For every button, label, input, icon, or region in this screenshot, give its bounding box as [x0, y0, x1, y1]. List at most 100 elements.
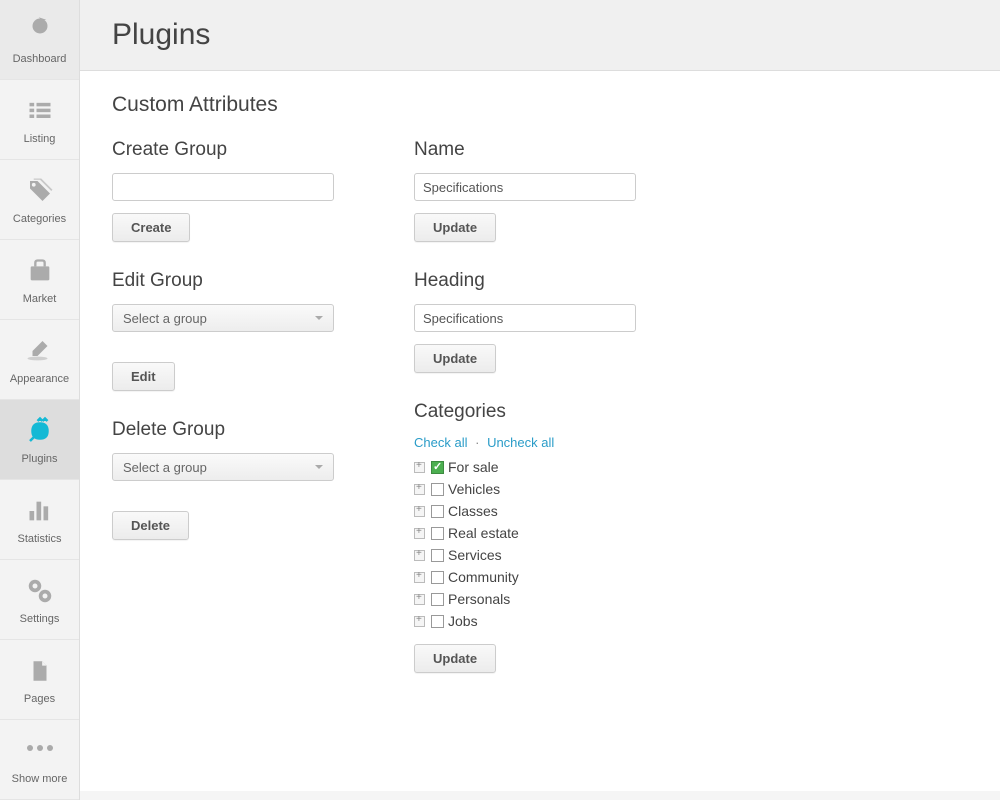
- more-icon: [24, 735, 56, 767]
- sidebar-item-label: Settings: [20, 613, 60, 625]
- category-checkbox[interactable]: [431, 461, 444, 474]
- category-checkbox[interactable]: [431, 527, 444, 540]
- expand-icon[interactable]: [414, 550, 425, 561]
- category-checkbox[interactable]: [431, 593, 444, 606]
- category-item: For sale: [414, 456, 636, 478]
- delete-group-heading: Delete Group: [112, 419, 334, 441]
- category-label: Personals: [448, 591, 510, 607]
- page-title: Plugins: [112, 18, 968, 52]
- category-item: Real estate: [414, 522, 636, 544]
- categories-list: For sale Vehicles Classes Real estate Servic…: [414, 456, 636, 632]
- sidebar-item-label: Pages: [24, 693, 55, 705]
- listing-icon: [24, 95, 56, 127]
- create-group-input[interactable]: [112, 173, 334, 201]
- name-heading: Name: [414, 139, 636, 161]
- market-icon: [24, 255, 56, 287]
- edit-group-select-value: Select a group: [123, 311, 207, 326]
- sidebar-item-label: Market: [23, 293, 57, 305]
- heading-input[interactable]: [414, 304, 636, 332]
- edit-button[interactable]: Edit: [112, 362, 175, 391]
- sidebar-item-listing[interactable]: Listing: [0, 80, 79, 160]
- edit-group-section: Edit Group Select a group Edit: [112, 270, 334, 391]
- expand-icon[interactable]: [414, 616, 425, 627]
- name-update-button[interactable]: Update: [414, 213, 496, 242]
- category-label: Real estate: [448, 525, 519, 541]
- create-group-section: Create Group Create: [112, 139, 334, 242]
- category-checkbox[interactable]: [431, 483, 444, 496]
- category-label: Community: [448, 569, 519, 585]
- uncheck-all-link[interactable]: Uncheck all: [487, 435, 554, 450]
- sidebar-item-show-more[interactable]: Show more: [0, 720, 79, 800]
- categories-bulk-links: Check all · Uncheck all: [414, 435, 636, 450]
- pages-icon: [24, 655, 56, 687]
- category-checkbox[interactable]: [431, 505, 444, 518]
- statistics-icon: [24, 495, 56, 527]
- category-checkbox[interactable]: [431, 549, 444, 562]
- sidebar-item-label: Plugins: [21, 453, 57, 465]
- category-item: Personals: [414, 588, 636, 610]
- expand-icon[interactable]: [414, 462, 425, 473]
- category-item: Vehicles: [414, 478, 636, 500]
- create-group-heading: Create Group: [112, 139, 334, 161]
- category-label: Vehicles: [448, 481, 500, 497]
- chevron-down-icon: [315, 465, 323, 469]
- expand-icon[interactable]: [414, 528, 425, 539]
- category-label: For sale: [448, 459, 499, 475]
- category-label: Services: [448, 547, 502, 563]
- page-header: Plugins: [80, 0, 1000, 71]
- main-content: Custom Attributes Create Group Create Ed…: [80, 71, 1000, 791]
- check-all-link[interactable]: Check all: [414, 435, 467, 450]
- dashboard-icon: [24, 15, 56, 47]
- edit-group-select[interactable]: Select a group: [112, 304, 334, 332]
- sidebar-item-dashboard[interactable]: Dashboard: [0, 0, 79, 80]
- categories-icon: [24, 175, 56, 207]
- edit-group-heading: Edit Group: [112, 270, 334, 292]
- left-column: Create Group Create Edit Group Select a …: [112, 139, 334, 701]
- section-title: Custom Attributes: [112, 93, 968, 117]
- sidebar-item-market[interactable]: Market: [0, 240, 79, 320]
- category-item: Jobs: [414, 610, 636, 632]
- sidebar-item-label: Statistics: [17, 533, 61, 545]
- appearance-icon: [24, 335, 56, 367]
- heading-heading: Heading: [414, 270, 636, 292]
- sidebar-item-plugins[interactable]: Plugins: [0, 400, 79, 480]
- categories-update-button[interactable]: Update: [414, 644, 496, 673]
- sidebar-item-categories[interactable]: Categories: [0, 160, 79, 240]
- sidebar-item-label: Listing: [24, 133, 56, 145]
- create-button[interactable]: Create: [112, 213, 190, 242]
- category-item: Community: [414, 566, 636, 588]
- right-column: Name Update Heading Update Categories Ch…: [414, 139, 636, 701]
- heading-section: Heading Update: [414, 270, 636, 373]
- categories-heading: Categories: [414, 401, 636, 423]
- sidebar-item-label: Show more: [12, 773, 68, 785]
- expand-icon[interactable]: [414, 484, 425, 495]
- expand-icon[interactable]: [414, 572, 425, 583]
- category-checkbox[interactable]: [431, 615, 444, 628]
- sidebar-item-label: Appearance: [10, 373, 69, 385]
- category-checkbox[interactable]: [431, 571, 444, 584]
- delete-button[interactable]: Delete: [112, 511, 189, 540]
- delete-group-section: Delete Group Select a group Delete: [112, 419, 334, 540]
- sidebar-item-settings[interactable]: Settings: [0, 560, 79, 640]
- category-label: Classes: [448, 503, 498, 519]
- settings-icon: [24, 575, 56, 607]
- name-section: Name Update: [414, 139, 636, 242]
- expand-icon[interactable]: [414, 594, 425, 605]
- category-item: Services: [414, 544, 636, 566]
- sidebar: Dashboard Listing Categories Market Appe…: [0, 0, 80, 800]
- category-item: Classes: [414, 500, 636, 522]
- sidebar-item-appearance[interactable]: Appearance: [0, 320, 79, 400]
- delete-group-select[interactable]: Select a group: [112, 453, 334, 481]
- sidebar-item-pages[interactable]: Pages: [0, 640, 79, 720]
- sidebar-item-label: Categories: [13, 213, 66, 225]
- expand-icon[interactable]: [414, 506, 425, 517]
- heading-update-button[interactable]: Update: [414, 344, 496, 373]
- chevron-down-icon: [315, 316, 323, 320]
- category-label: Jobs: [448, 613, 478, 629]
- sidebar-item-statistics[interactable]: Statistics: [0, 480, 79, 560]
- sidebar-item-label: Dashboard: [13, 53, 67, 65]
- name-input[interactable]: [414, 173, 636, 201]
- categories-section: Categories Check all · Uncheck all For s…: [414, 401, 636, 673]
- delete-group-select-value: Select a group: [123, 460, 207, 475]
- link-separator: ·: [475, 435, 479, 450]
